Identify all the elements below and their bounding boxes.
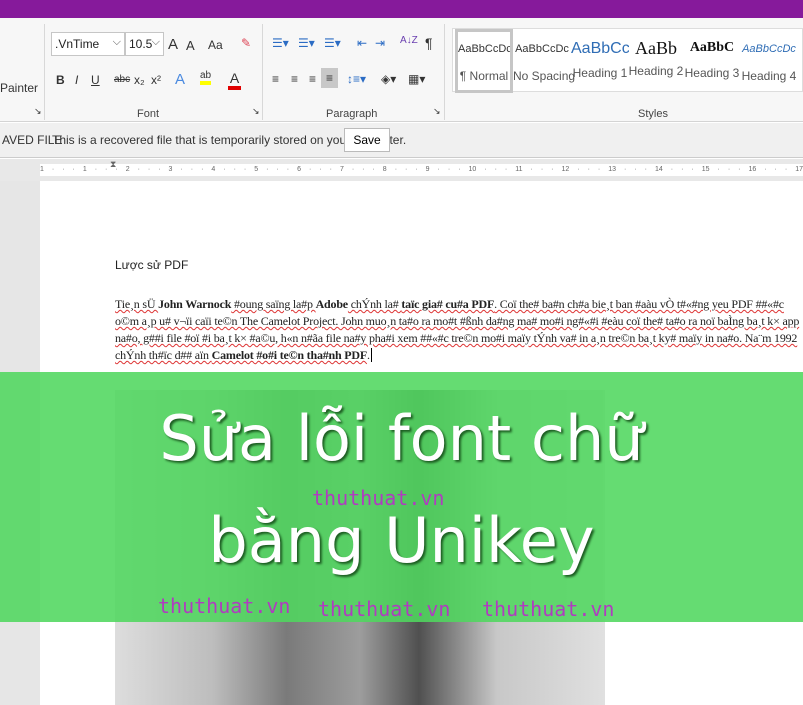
strikethrough-button[interactable]: abc <box>114 74 130 85</box>
style-normal[interactable]: AaBbCcDc ¶ Normal <box>455 29 513 93</box>
style-name: Heading 1 <box>572 66 628 80</box>
overlay-headline-line1: Sửa lỗi font chữ <box>159 402 644 475</box>
paragraph-group-label: Paragraph <box>326 108 378 120</box>
style-heading-3[interactable]: AaBbC Heading 3 <box>683 29 741 93</box>
styles-gallery: AaBbCcDc ¶ Normal AaBbCcDc No Spacing AaBb… <box>452 28 803 93</box>
text-run: #oung saïng la#p <box>231 297 316 311</box>
chevron-down-icon: ⌵ <box>112 36 121 48</box>
font-size-value: 10.5 <box>129 37 153 51</box>
document-paragraph[interactable]: Tie¸n sÜ John Warnock #oung saïng la#p A… <box>115 296 801 364</box>
watermark: thuthuat.vn <box>312 486 445 510</box>
numbering-icon[interactable]: ☰▾ <box>298 36 315 50</box>
grow-font-button[interactable]: A <box>168 36 178 53</box>
borders-icon[interactable]: ▦▾ <box>408 72 425 86</box>
text-run: . <box>367 348 370 362</box>
style-heading-4[interactable]: AaBbCcDc Heading 4 <box>740 29 798 93</box>
clear-formatting-icon[interactable]: ✎ <box>241 36 251 50</box>
font-name-value: .VnTime <box>55 37 100 51</box>
multilevel-list-icon[interactable]: ☰▾ <box>324 36 341 50</box>
underline-button[interactable]: U <box>91 73 100 87</box>
subscript-button[interactable]: x₂ <box>134 73 145 87</box>
font-name-combo[interactable]: .VnTime ⌵ <box>51 32 125 56</box>
text-cursor: ​ <box>370 348 372 362</box>
sort-button[interactable]: A↓Z <box>400 35 418 46</box>
style-heading-2[interactable]: AaBb Heading 2 <box>627 29 685 93</box>
increase-indent-icon[interactable]: ⇥ <box>375 36 385 50</box>
font-group-label: Font <box>137 108 160 120</box>
bullets-icon[interactable]: ☰▾ <box>272 36 289 50</box>
ruler-marks: 1 · · · 1 · · · 2 · · · 3 · · · 4 · · · … <box>40 166 803 173</box>
format-painter-button[interactable]: Painter <box>0 81 38 95</box>
align-right-icon[interactable]: ≡ <box>309 72 316 86</box>
save-button[interactable]: Save <box>344 128 390 152</box>
style-name: Heading 4 <box>741 69 797 83</box>
text-run-bold: John Warnock <box>158 297 232 311</box>
style-preview: AaBbCcDc <box>458 43 510 55</box>
style-name: ¶ Normal <box>459 69 509 83</box>
ruler-track: 1 · · · 1 · · · 2 · · · 3 · · · 4 · · · … <box>40 164 803 176</box>
style-preview: AaBbC <box>689 40 735 55</box>
watermark: thuthuat.vn <box>158 594 291 618</box>
divider <box>262 24 263 120</box>
watermark: thuthuat.vn <box>318 597 451 621</box>
font-size-combo[interactable]: 10.5 ⌵ <box>125 32 164 56</box>
paragraph-launcher-icon[interactable]: ↘ <box>433 106 441 117</box>
show-marks-button[interactable]: ¶ <box>425 35 433 51</box>
document-heading: Lược sử PDF <box>115 258 189 272</box>
indent-marker-icon[interactable]: ⧗ <box>110 159 116 170</box>
italic-button[interactable]: I <box>75 73 78 87</box>
change-case-button[interactable]: Aa <box>208 38 223 52</box>
style-name: Heading 3 <box>684 66 740 80</box>
text-run: Tie¸n sÜ <box>115 297 159 311</box>
style-no-spacing[interactable]: AaBbCcDc No Spacing <box>513 29 576 93</box>
text-run: chÝnh la# <box>347 297 402 311</box>
style-preview: AaBbCcDc <box>515 43 569 55</box>
bold-button[interactable]: B <box>56 73 65 87</box>
divider <box>44 24 45 120</box>
decrease-indent-icon[interactable]: ⇤ <box>357 36 367 50</box>
style-heading-1[interactable]: AaBbCc Heading 1 <box>571 29 629 93</box>
overlay-headline-line2: bằng Unikey <box>208 504 595 577</box>
style-preview: AaBbCc <box>571 40 629 57</box>
line-spacing-icon[interactable]: ↕≡▾ <box>347 72 366 86</box>
style-preview: AaBb <box>635 38 677 58</box>
styles-group-label: Styles <box>638 108 668 120</box>
ruler: 1 · · · 1 · · · 2 · · · 3 · · · 4 · · · … <box>0 159 803 181</box>
text-effects-button[interactable]: A <box>175 71 185 88</box>
font-launcher-icon[interactable]: ↘ <box>252 106 260 117</box>
ribbon: Painter ↘ .VnTime ⌵ 10.5 ⌵ A A Aa ✎ B I U … <box>0 18 803 122</box>
font-color-button[interactable]: A <box>228 70 241 90</box>
text-run-bold: Camelot #o#i te©n tha#nh PDF <box>211 348 368 362</box>
align-left-icon[interactable]: ≡ <box>272 72 279 86</box>
chevron-down-icon: ⌵ <box>151 36 160 48</box>
text-run-bold: taïc gia# cu#a PDF <box>401 297 495 311</box>
divider <box>444 24 445 120</box>
watermark: thuthuat.vn <box>482 597 615 621</box>
style-preview: AaBbCcDc <box>742 43 796 55</box>
align-center-icon[interactable]: ≡ <box>291 72 298 86</box>
recovered-file-bar: AVED FILE This is a recovered file that … <box>0 123 803 158</box>
highlight-button[interactable]: ab <box>200 70 212 85</box>
style-name: Heading 2 <box>628 64 684 78</box>
style-name: No Spacing <box>513 69 576 83</box>
justify-icon[interactable]: ≡ <box>321 68 338 88</box>
title-bar <box>0 0 803 18</box>
clipboard-launcher-icon[interactable]: ↘ <box>34 106 42 117</box>
shading-icon[interactable]: ◈▾ <box>381 72 396 86</box>
superscript-button[interactable]: x² <box>151 73 161 87</box>
text-run-bold: Adobe <box>315 297 349 311</box>
shrink-font-button[interactable]: A <box>186 38 195 53</box>
